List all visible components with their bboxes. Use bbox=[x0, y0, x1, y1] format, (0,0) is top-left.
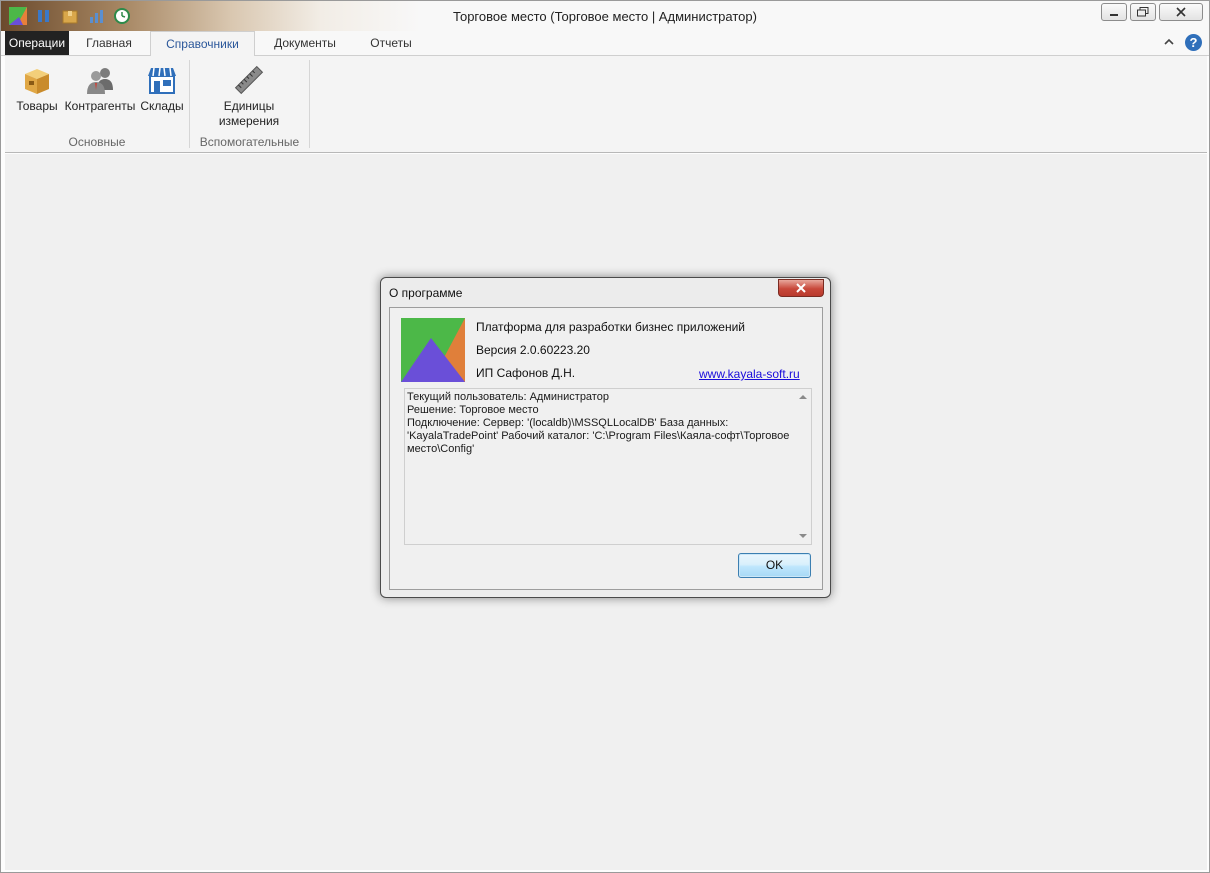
window-title: Торговое место (Торговое место | Админис… bbox=[453, 9, 757, 24]
ribbon-group-auxiliary-label: Вспомогательные bbox=[199, 135, 300, 149]
close-icon bbox=[1176, 7, 1186, 17]
scroll-down-icon[interactable] bbox=[799, 534, 807, 538]
goods-box-icon bbox=[25, 69, 49, 94]
scroll-up-icon[interactable] bbox=[799, 395, 807, 399]
units-button[interactable]: Единицы измерения bbox=[204, 64, 294, 129]
dialog-title: О программе bbox=[389, 286, 463, 300]
warehouse-store-icon bbox=[148, 67, 176, 94]
tab-reference-books[interactable]: Справочники bbox=[150, 31, 255, 57]
window-controls bbox=[1101, 3, 1203, 21]
warehouses-button[interactable]: Склады bbox=[139, 64, 185, 114]
goods-button-label: Товары bbox=[16, 99, 58, 113]
product-logo-icon bbox=[401, 318, 465, 382]
ok-button[interactable]: OK bbox=[738, 553, 811, 578]
units-button-label: Единицы измерения bbox=[218, 99, 280, 128]
restore-icon bbox=[1137, 7, 1149, 17]
ribbon-panel: Товары Контрагенты Склады Основные Едини… bbox=[5, 56, 1207, 153]
title-bar[interactable]: Торговое место (Торговое место | Админис… bbox=[1, 1, 1209, 31]
version-text: Версия 2.0.60223.20 bbox=[476, 343, 590, 357]
contractors-button[interactable]: Контрагенты bbox=[61, 64, 139, 114]
minimize-button[interactable] bbox=[1101, 3, 1127, 21]
contractors-people-icon bbox=[87, 68, 113, 94]
dialog-close-button[interactable] bbox=[778, 279, 824, 297]
memo-scrollbar[interactable] bbox=[796, 390, 810, 543]
about-dialog: О программе Платформа для разработки биз… bbox=[380, 277, 831, 598]
tab-operations[interactable]: Операции bbox=[5, 31, 69, 55]
tab-documents[interactable]: Документы bbox=[261, 31, 349, 56]
goods-button[interactable]: Товары bbox=[13, 64, 61, 114]
help-button[interactable]: ? bbox=[1185, 34, 1202, 51]
application-window: Торговое место (Торговое место | Админис… bbox=[0, 0, 1210, 873]
ribbon-group-main-label: Основные bbox=[68, 135, 126, 149]
contractors-button-label: Контрагенты bbox=[64, 99, 136, 113]
ribbon-group-main: Товары Контрагенты Склады Основные bbox=[5, 56, 189, 153]
ribbon-tab-bar: Операции Главная Справочники Документы О… bbox=[1, 31, 1209, 57]
restore-button[interactable] bbox=[1130, 3, 1156, 21]
close-window-button[interactable] bbox=[1159, 3, 1203, 21]
website-link[interactable]: www.kayala-soft.ru bbox=[699, 367, 800, 381]
ruler-icon bbox=[234, 65, 264, 95]
close-icon bbox=[796, 283, 806, 293]
ribbon-group-separator bbox=[309, 60, 310, 148]
product-name: Платформа для разработки бизнес приложен… bbox=[476, 320, 745, 334]
tab-home[interactable]: Главная bbox=[71, 31, 147, 56]
info-memo[interactable]: Текущий пользователь: Администратор Реше… bbox=[404, 388, 812, 545]
author-text: ИП Сафонов Д.Н. bbox=[476, 366, 576, 380]
collapse-ribbon-icon[interactable] bbox=[1163, 36, 1175, 48]
ribbon-group-auxiliary: Единицы измерения Вспомогательные bbox=[190, 56, 309, 153]
warehouses-button-label: Склады bbox=[140, 99, 184, 113]
info-memo-text: Текущий пользователь: Администратор Реше… bbox=[407, 391, 790, 455]
dialog-body: Платформа для разработки бизнес приложен… bbox=[389, 307, 823, 590]
minimize-icon bbox=[1110, 14, 1118, 16]
tab-reports[interactable]: Отчеты bbox=[359, 31, 423, 56]
